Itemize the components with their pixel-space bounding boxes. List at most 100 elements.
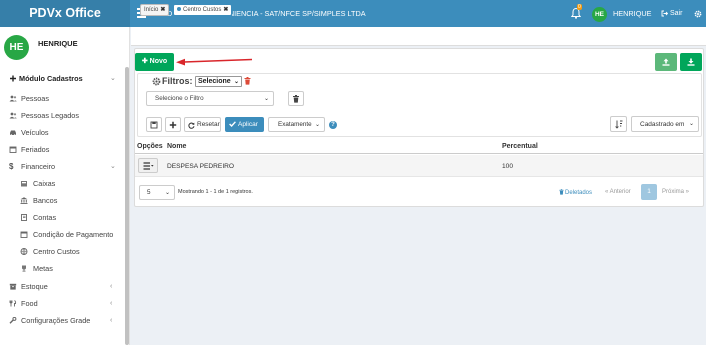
filter-select-placeholder: Selecione o Filtro [155,95,204,102]
dollar-icon: $ [9,162,14,171]
sidebar-item-centro-custos[interactable]: Centro Custos [0,243,124,260]
notification-badge: 0 [577,4,582,10]
deleted-link[interactable]: Deletados [559,189,592,196]
column-header-percentual[interactable]: Percentual [502,143,538,150]
sidebar-item-label: Financeiro [21,162,56,171]
calendar-icon [20,231,28,238]
reset-label: Resetar [197,121,220,128]
check-icon [229,121,236,127]
sidebar-item-condicao-pagamento[interactable]: Condição de Pagamento [0,226,124,243]
menu-icon [143,162,154,170]
sidebar-avatar: HE [4,35,29,60]
sidebar-section-label: Módulo Cadastros [19,74,83,83]
save-filter-button[interactable] [146,117,162,132]
tabs-bar [131,27,706,46]
tab-centro-custos[interactable]: Centro Custos ✖ [173,4,233,16]
annotation-arrow [176,58,253,66]
chevron-down-icon: ⌄ [314,122,320,128]
new-button[interactable]: ✚ Novo [135,53,174,71]
chevron-down-icon: ⌄ [688,121,694,127]
table-header-divider [135,153,703,154]
close-icon[interactable]: ✖ [223,7,228,13]
sidebar-item-label: Veículos [21,128,49,137]
tab-inicio[interactable]: Início ✖ [140,4,170,16]
user-name[interactable]: HENRIQUE [613,0,652,27]
export-button[interactable] [680,53,702,71]
import-button[interactable] [655,53,677,71]
sidebar-item-bancos[interactable]: Bancos [0,192,124,209]
sort-field-select[interactable]: Cadastrado em ⌄ [631,116,699,132]
sidebar-item-label: Bancos [33,196,58,205]
sidebar-item-financeiro[interactable]: $ Financeiro ⌄ [0,158,124,175]
download-icon [687,58,695,66]
match-mode-select[interactable]: Exatamente ⌄ [268,117,325,132]
sidebar-item-configuracoes-grade[interactable]: Configurações Grade ‹ [0,312,124,329]
sidebar-item-label: Caixas [33,179,56,188]
close-icon[interactable]: ✖ [160,7,165,13]
sidebar-item-pessoas-legados[interactable]: Pessoas Legados [0,107,124,124]
gear-icon[interactable] [694,10,702,18]
sidebar-item-food[interactable]: Food ‹ [0,295,124,312]
sidebar-item-caixas[interactable]: Caixas [0,175,124,192]
top-navbar: PDVx Office MBD GROUP CONVENIENCIA - SAT… [0,0,706,27]
chevron-down-icon: ⌄ [110,163,116,170]
plus-icon [10,75,16,82]
saved-filter-select[interactable]: Selecione ⌄ [195,76,242,87]
cell-percentual: 100 [502,163,514,170]
sidebar-scrollbar[interactable] [125,67,129,345]
apply-label: Aplicar [238,121,258,128]
per-page-select[interactable]: 5 ⌄ [139,185,175,200]
tab-label: Início [144,7,159,13]
sidebar-item-label: Condição de Pagamento [33,230,114,239]
sidebar-item-feriados[interactable]: Feriados [0,141,124,158]
sort-order-button[interactable] [610,116,627,132]
refresh-icon [188,122,195,129]
sidebar-item-contas[interactable]: Contas [0,209,124,226]
column-header-opcoes: Opções [137,143,163,150]
gear-icon [152,77,161,86]
user-avatar[interactable]: HE [592,7,607,22]
sidebar-item-metas[interactable]: Metas [0,260,124,277]
upload-icon [662,58,670,66]
chevron-down-icon: ⌄ [233,79,239,85]
delete-filter-button[interactable] [288,91,304,106]
utensils-icon [9,300,17,307]
per-page-value: 5 [147,189,151,196]
help-icon[interactable]: ? [329,121,337,129]
sidebar-item-estoque[interactable]: Estoque ‹ [0,278,124,295]
users-icon [9,112,17,119]
chevron-left-icon: ‹ [110,317,113,324]
column-header-nome[interactable]: Nome [167,143,186,150]
pagination-previous[interactable]: « Anterior [605,189,631,195]
filter-select[interactable]: Selecione o Filtro ⌄ [146,91,274,106]
records-summary: Mostrando 1 - 1 de 1 registros. [178,189,253,195]
apply-button[interactable]: Aplicar [225,117,264,132]
cell-nome: DESPESA PEDREIRO [167,163,235,170]
sidebar-item-label: Contas [33,213,57,222]
chevron-left-icon: ‹ [110,283,113,290]
sidebar-item-label: Pessoas [21,94,49,103]
archive-icon [9,283,17,290]
logout-link[interactable]: Sair [660,0,682,27]
sort-icon [615,120,623,129]
deleted-label: Deletados [565,190,593,196]
sidebar-item-label: Food [21,299,38,308]
sidebar-item-label: Configurações Grade [21,316,91,325]
car-icon [10,130,16,136]
row-options-button[interactable] [138,158,158,173]
sidebar-item-label: Centro Custos [33,247,80,256]
logout-label[interactable]: Sair [670,10,682,17]
app-logo[interactable]: PDVx Office [0,0,130,27]
pagination-next[interactable]: Próxima » [662,189,689,195]
users-icon [9,95,17,102]
add-filter-button[interactable] [165,117,181,132]
globe-icon [20,248,28,255]
sidebar-item-pessoas[interactable]: Pessoas [0,90,124,107]
chevron-down-icon: ⌄ [164,190,170,196]
bank-icon [20,197,28,204]
sidebar-item-veiculos[interactable]: Veículos [0,124,124,141]
trash-icon[interactable] [244,77,251,85]
reset-button[interactable]: Resetar [184,117,221,132]
sidebar-section-cadastros[interactable]: Módulo Cadastros ⌄ [0,70,124,87]
pagination-page-1[interactable]: 1 [641,184,657,200]
